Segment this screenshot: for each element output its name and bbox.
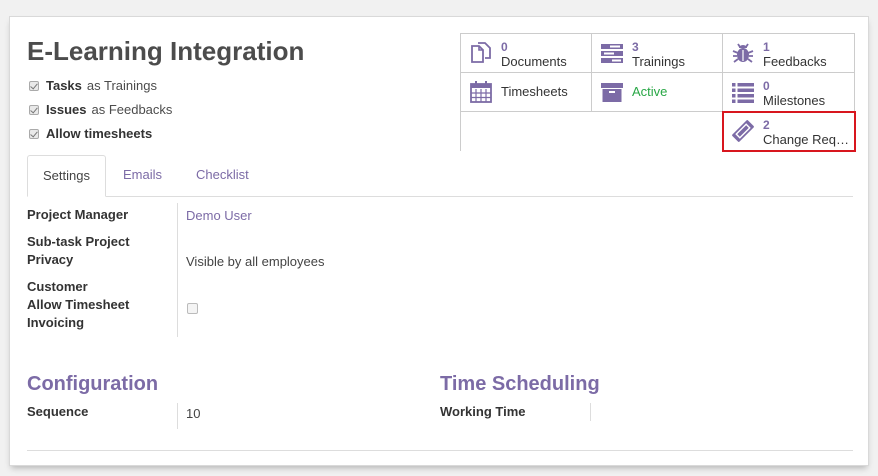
documents-count: 0 [501, 40, 508, 54]
page-title: E-Learning Integration [27, 36, 305, 66]
documents-icon [471, 42, 491, 63]
active-toggle-button[interactable]: Active [592, 73, 723, 112]
bug-icon [732, 43, 754, 63]
field-divider [590, 403, 591, 421]
notebook-tabs: Settings Emails Checklist [27, 155, 853, 197]
list-icon [732, 83, 754, 103]
ticket-icon [732, 120, 754, 142]
project-manager-link[interactable]: Demo User [186, 207, 252, 225]
documents-button[interactable]: 0 Documents [461, 34, 592, 73]
option-tasks-alias: as Trainings [86, 78, 157, 93]
bottom-divider [27, 450, 853, 451]
timesheets-checkbox[interactable] [29, 128, 39, 139]
trainings-label: Trainings [632, 54, 685, 69]
milestones-count: 0 [763, 79, 770, 93]
sequence-label: Sequence [27, 404, 89, 419]
option-tasks-label: Tasks [46, 78, 82, 93]
milestones-label: Milestones [763, 93, 826, 108]
field-divider [177, 403, 178, 429]
customer-label: Customer [27, 279, 88, 294]
smart-buttons: 0 Documents 3 Trainings 1 Feedbacks Time… [460, 33, 856, 152]
timesheet-invoicing-label: Allow Timesheet Invoicing [27, 297, 130, 330]
option-issues-label: Issues [46, 102, 87, 117]
privacy-label: Sub-task Project Privacy [27, 234, 130, 267]
project-manager-label: Project Manager [27, 207, 129, 222]
privacy-value[interactable]: Visible by all employees [186, 253, 325, 271]
option-timesheets-label: Allow timesheets [46, 126, 153, 141]
timesheets-label: Timesheets [501, 84, 568, 99]
timesheet-invoicing-checkbox[interactable] [187, 303, 198, 314]
sequence-value[interactable]: 10 [186, 405, 200, 423]
calendar-icon [470, 81, 492, 103]
trainings-count: 3 [632, 40, 639, 54]
tasks-icon [601, 44, 623, 63]
change-requests-button[interactable]: 2 Change Requests [722, 111, 856, 152]
milestones-button[interactable]: 0 Milestones [723, 73, 855, 112]
working-time-label: Working Time [440, 404, 526, 419]
option-tasks[interactable]: Tasks as Trainings [29, 78, 157, 93]
archive-icon [601, 83, 623, 102]
tab-settings[interactable]: Settings [27, 155, 106, 197]
form-sheet: E-Learning Integration Tasks as Training… [9, 16, 869, 466]
field-divider [177, 203, 178, 337]
active-label: Active [632, 84, 668, 99]
tasks-checkbox[interactable] [29, 80, 39, 91]
tab-checklist[interactable]: Checklist [181, 155, 264, 196]
empty-slot [592, 112, 723, 151]
change-requests-count: 2 [763, 118, 770, 132]
feedbacks-label: Feedbacks [763, 54, 827, 69]
option-timesheets[interactable]: Allow timesheets [29, 126, 157, 141]
issues-checkbox[interactable] [29, 104, 39, 115]
documents-label: Documents [501, 54, 567, 69]
feedbacks-button[interactable]: 1 Feedbacks [723, 34, 855, 73]
configuration-heading: Configuration [27, 373, 159, 395]
trainings-button[interactable]: 3 Trainings [592, 34, 723, 73]
tab-emails[interactable]: Emails [108, 155, 177, 196]
feedbacks-count: 1 [763, 40, 770, 54]
option-issues[interactable]: Issues as Feedbacks [29, 102, 172, 117]
change-requests-label: Change Requests [763, 132, 849, 147]
timesheets-button[interactable]: Timesheets [461, 73, 592, 112]
option-issues-alias: as Feedbacks [91, 102, 173, 117]
empty-slot [461, 112, 592, 151]
time-scheduling-heading: Time Scheduling [440, 373, 600, 395]
